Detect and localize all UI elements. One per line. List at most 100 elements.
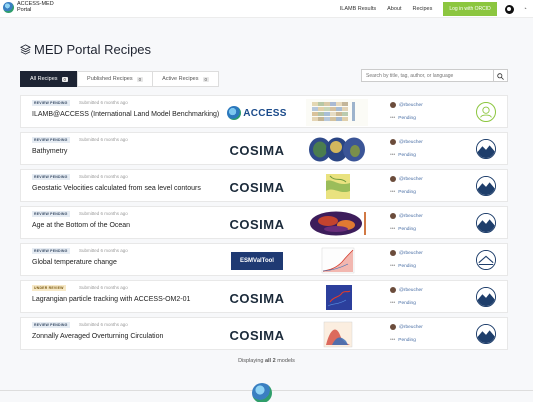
recipe-thumbnail	[306, 210, 368, 237]
search-bar	[361, 69, 508, 82]
tab-active-recipes[interactable]: Active Recipes 0	[152, 71, 220, 87]
pending-icon: •••	[390, 300, 396, 306]
source-logo: ESMValTool	[231, 250, 283, 272]
recipe-title[interactable]: Zonnally Averaged Overturning Circulatio…	[32, 333, 163, 340]
access-logo: ACCESS	[227, 106, 286, 120]
tab-count: 0	[202, 76, 210, 82]
footer-globe-logo-icon	[252, 383, 272, 402]
source-name: ACCESS	[243, 107, 287, 119]
source-name: COSIMA	[229, 179, 285, 195]
recipe-thumbnail	[306, 247, 368, 274]
tab-all-recipes[interactable]: All Recipes 0	[20, 71, 79, 87]
mountain-logo-icon	[476, 250, 496, 270]
author-handle: @rbeucher	[399, 250, 423, 256]
avatar	[390, 102, 396, 108]
rss-icon[interactable]: ◔	[523, 6, 527, 13]
avatar	[390, 324, 396, 330]
tab-count: 0	[136, 76, 144, 82]
status-badge: REVIEW PENDING	[32, 100, 70, 106]
author-handle: @rbeucher	[399, 139, 423, 145]
source-name: COSIMA	[229, 290, 285, 306]
recipe-list: REVIEW PENDING Submitted 6 months ago IL…	[20, 95, 508, 354]
status-badge: REVIEW PENDING	[32, 137, 70, 143]
author[interactable]: @rbeucher	[390, 324, 423, 330]
tab-published-recipes[interactable]: Published Recipes 0	[77, 71, 154, 87]
pending-icon: •••	[390, 263, 396, 269]
recipe-row[interactable]: REVIEW PENDING Submitted 6 months ago Zo…	[20, 317, 508, 350]
pending-icon: •••	[390, 189, 396, 195]
recipe-row[interactable]: UNDER REVIEW Submitted 6 months ago Lagr…	[20, 280, 508, 313]
submitted-time: Submitted 6 months ago	[79, 322, 128, 327]
source-logo: COSIMA	[229, 324, 285, 346]
author[interactable]: @rbeucher	[390, 250, 423, 256]
recipe-row[interactable]: REVIEW PENDING Submitted 6 months ago Ag…	[20, 206, 508, 239]
pending-status: ••• Pending	[390, 300, 416, 306]
search-icon	[497, 73, 504, 80]
recipe-thumbnail	[306, 136, 368, 163]
nav-link-about[interactable]: About	[387, 6, 401, 12]
pending-status: ••• Pending	[390, 115, 416, 121]
pending-icon: •••	[390, 226, 396, 232]
author[interactable]: @rbeucher	[390, 176, 423, 182]
search-input[interactable]	[361, 69, 494, 82]
login-orcid-button[interactable]: Log in with ORCID	[443, 2, 497, 16]
pending-text: Pending	[398, 300, 416, 306]
author[interactable]: @rbeucher	[390, 139, 423, 145]
wave-logo-icon	[476, 287, 496, 307]
pending-text: Pending	[398, 115, 416, 121]
source-name: COSIMA	[229, 142, 285, 158]
author-handle: @rbeucher	[399, 287, 423, 293]
page-title: MED Portal Recipes	[20, 42, 151, 57]
page-title-text: MED Portal Recipes	[34, 42, 152, 57]
author[interactable]: @rbeucher	[390, 102, 423, 108]
display-count-strong: all 2	[264, 358, 276, 364]
status-badge: REVIEW PENDING	[32, 174, 70, 180]
source-logo: COSIMA	[229, 287, 285, 309]
author-handle: @rbeucher	[399, 176, 423, 182]
submitted-time: Submitted 6 months ago	[79, 137, 128, 142]
recipe-row[interactable]: REVIEW PENDING Submitted 6 months ago IL…	[20, 95, 508, 128]
nav-link-recipes[interactable]: Recipes	[412, 6, 432, 12]
tab-count: 0	[61, 76, 69, 82]
globe-icon	[227, 106, 242, 120]
person-icon	[476, 102, 496, 122]
tab-label: Active Recipes	[162, 76, 199, 82]
brand-subtitle: Portal	[17, 7, 32, 13]
recipe-title[interactable]: Age at the Bottom of the Ocean	[32, 222, 130, 229]
recipe-title[interactable]: Bathymetry	[32, 148, 67, 155]
source-name: COSIMA	[229, 327, 285, 343]
search-button[interactable]	[494, 69, 508, 82]
author[interactable]: @rbeucher	[390, 287, 423, 293]
github-icon[interactable]	[504, 4, 514, 14]
brand[interactable]: ACCESS-MED Portal	[3, 1, 54, 13]
avatar	[390, 213, 396, 219]
avatar	[390, 176, 396, 182]
wave-logo-icon	[476, 139, 496, 159]
recipe-row[interactable]: REVIEW PENDING Submitted 6 months ago Ba…	[20, 132, 508, 165]
pending-text: Pending	[398, 152, 416, 158]
pending-status: ••• Pending	[390, 337, 416, 343]
recipe-title[interactable]: ILAMB@ACCESS (International Land Model B…	[32, 111, 219, 118]
nav-link-ilamb-results[interactable]: ILAMB Results	[340, 6, 376, 12]
pending-status: ••• Pending	[390, 189, 416, 195]
recipe-row[interactable]: REVIEW PENDING Submitted 6 months ago Gl…	[20, 243, 508, 276]
source-name: ESMValTool	[240, 258, 274, 264]
submitted-time: Submitted 6 months ago	[79, 248, 128, 253]
wave-logo-icon	[476, 176, 496, 196]
status-badge: UNDER REVIEW	[32, 285, 66, 291]
author-handle: @rbeucher	[399, 213, 423, 219]
author[interactable]: @rbeucher	[390, 213, 423, 219]
pending-icon: •••	[390, 152, 396, 158]
recipe-title[interactable]: Global temperature change	[32, 259, 117, 266]
display-count-suffix: models	[275, 358, 295, 364]
submitted-time: Submitted 6 months ago	[79, 100, 128, 105]
recipe-title[interactable]: Geostatic Velocities calculated from sea…	[32, 185, 201, 192]
pending-status: ••• Pending	[390, 226, 416, 232]
recipe-row[interactable]: REVIEW PENDING Submitted 6 months ago Ge…	[20, 169, 508, 202]
brand-text: ACCESS-MED Portal	[17, 1, 54, 13]
avatar	[390, 250, 396, 256]
source-logo: COSIMA	[229, 139, 285, 161]
recipe-title[interactable]: Lagrangian particle tracking with ACCESS…	[32, 296, 190, 303]
nav-links: ILAMB Results About Recipes Log in with …	[340, 0, 533, 18]
pending-icon: •••	[390, 337, 396, 343]
